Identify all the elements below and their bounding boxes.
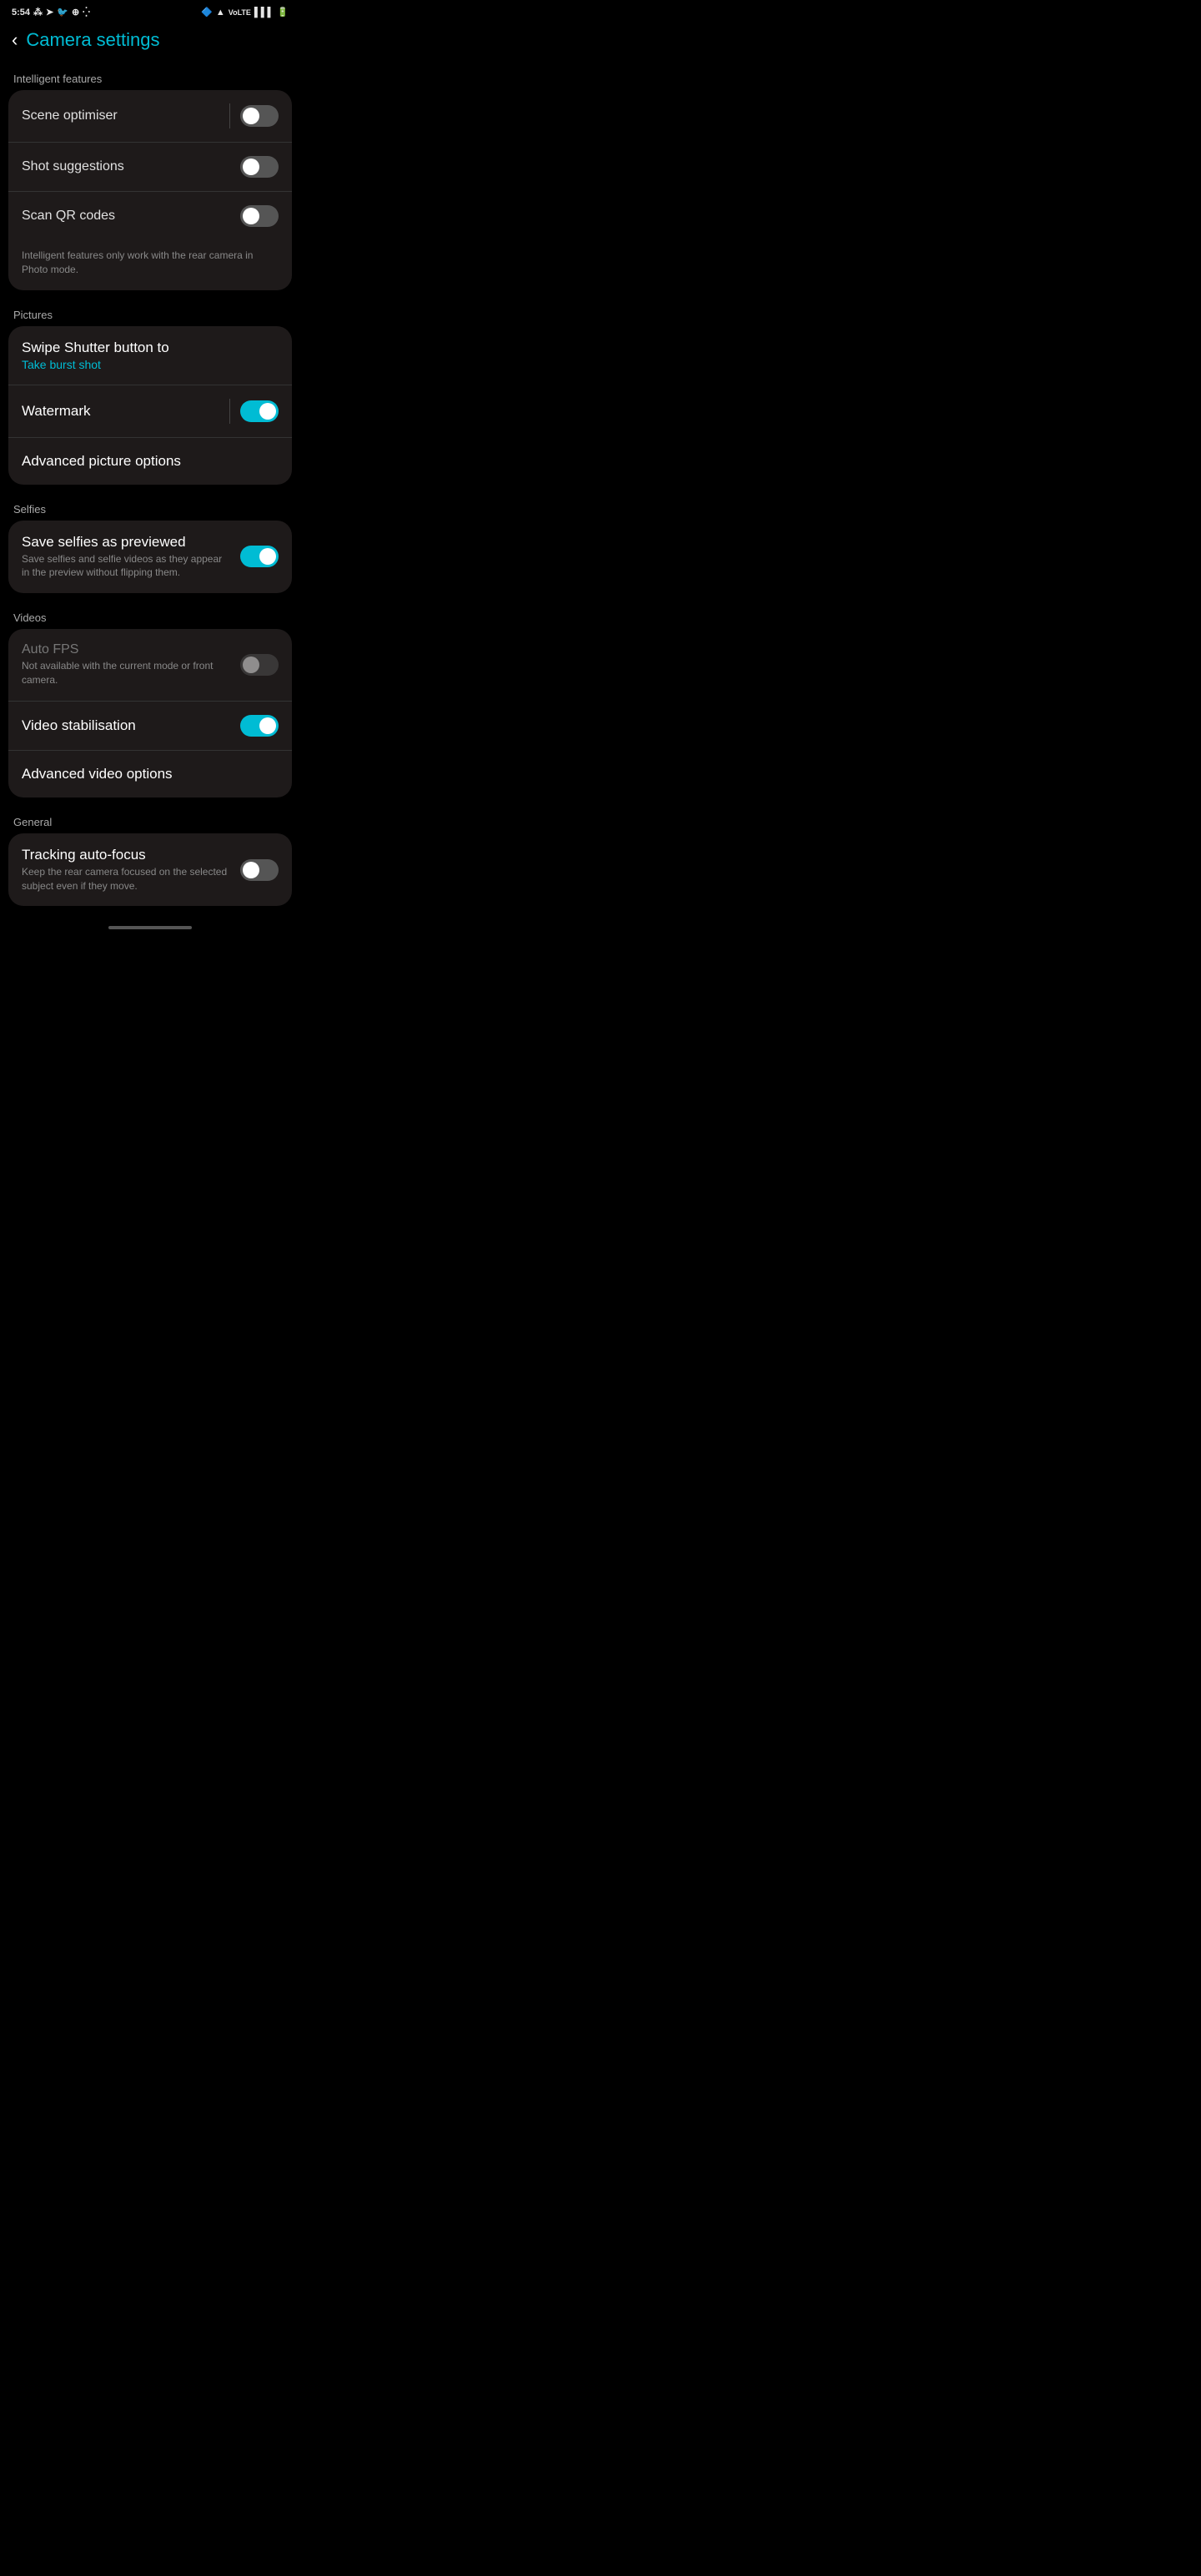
tracking-autofocus-knob [243,862,259,878]
scan-qr-toggle[interactable] [240,205,279,227]
time-display: 5:54 [12,8,30,18]
tracking-autofocus-content: Tracking auto-focus Keep the rear camera… [22,847,230,893]
section-label-intelligent: Intelligent features [0,64,300,90]
selfies-card: Save selfies as previewed Save selfies a… [8,521,292,594]
tracking-autofocus-toggle-wrapper [230,859,279,881]
auto-fps-content: Auto FPS Not available with the current … [22,642,230,687]
shot-suggestions-toggle-wrapper [240,156,279,178]
general-card: Tracking auto-focus Keep the rear camera… [8,833,292,907]
save-selfies-title: Save selfies as previewed [22,534,230,551]
send-icon: ➤ [46,7,53,18]
watermark-toggle[interactable] [240,400,279,422]
alert-icon: ⊕ [72,7,79,18]
section-pictures: Pictures Swipe Shutter button to Take bu… [0,300,300,485]
shot-suggestions-knob [243,158,259,175]
twitter-icon: 🐦 [57,7,68,18]
scan-qr-row[interactable]: Scan QR codes [8,192,292,240]
swipe-shutter-title: Swipe Shutter button to [22,340,279,356]
battery-icon: 🔋 [277,7,289,18]
auto-fps-knob [243,657,259,673]
tracking-autofocus-subtitle: Keep the rear camera focused on the sele… [22,865,230,893]
intelligent-features-note: Intelligent features only work with the … [8,240,292,290]
tracking-autofocus-row[interactable]: Tracking auto-focus Keep the rear camera… [8,833,292,907]
scene-optimiser-content: Scene optimiser [22,108,229,123]
status-bar: 5:54 ⁂ ➤ 🐦 ⊕ ⁛ 🔷 ▲ VoLTE ▌▌▌ 🔋 [0,0,300,21]
scene-optimiser-row[interactable]: Scene optimiser [8,90,292,143]
grid-icon: ⁂ [33,7,43,18]
save-selfies-row[interactable]: Save selfies as previewed Save selfies a… [8,521,292,594]
tracking-autofocus-toggle[interactable] [240,859,279,881]
page-title: Camera settings [26,29,159,51]
watermark-knob [259,403,276,420]
intelligent-features-card: Scene optimiser Shot suggestions Scan Q [8,90,292,290]
section-intelligent-features: Intelligent features Scene optimiser Sho… [0,64,300,290]
wifi-icon: ▲ [216,8,225,18]
back-button[interactable]: ‹ [12,31,18,49]
swipe-shutter-row[interactable]: Swipe Shutter button to Take burst shot [8,326,292,385]
watermark-row[interactable]: Watermark [8,385,292,438]
scan-qr-knob [243,208,259,224]
auto-fps-row[interactable]: Auto FPS Not available with the current … [8,629,292,702]
section-label-selfies: Selfies [0,495,300,521]
advanced-picture-row[interactable]: Advanced picture options [8,438,292,485]
swipe-shutter-subtitle: Take burst shot [22,358,279,371]
scene-optimiser-toggle[interactable] [240,105,279,127]
shot-suggestions-title: Shot suggestions [22,159,240,174]
scene-optimiser-toggle-wrapper [229,103,279,128]
status-left: 5:54 ⁂ ➤ 🐦 ⊕ ⁛ [12,7,90,18]
save-selfies-knob [259,548,276,565]
tracking-autofocus-title: Tracking auto-focus [22,847,230,863]
status-right: 🔷 ▲ VoLTE ▌▌▌ 🔋 [201,7,289,18]
videos-card: Auto FPS Not available with the current … [8,629,292,797]
advanced-video-content: Advanced video options [22,766,279,782]
video-stabilisation-toggle-wrapper [230,715,279,737]
shot-suggestions-content: Shot suggestions [22,159,240,174]
signal-icon: ▌▌▌ [254,8,274,18]
advanced-video-title: Advanced video options [22,766,279,782]
video-stabilisation-toggle[interactable] [240,715,279,737]
pictures-card: Swipe Shutter button to Take burst shot … [8,326,292,485]
advanced-picture-content: Advanced picture options [22,453,279,470]
section-label-general: General [0,808,300,833]
section-videos: Videos Auto FPS Not available with the c… [0,603,300,797]
video-stabilisation-row[interactable]: Video stabilisation [8,702,292,751]
divider [229,399,230,424]
section-label-pictures: Pictures [0,300,300,326]
save-selfies-toggle-wrapper [230,546,279,567]
advanced-video-row[interactable]: Advanced video options [8,751,292,797]
watermark-toggle-wrapper [229,399,279,424]
save-selfies-toggle[interactable] [240,546,279,567]
scan-qr-title: Scan QR codes [22,209,240,224]
auto-fps-toggle[interactable] [240,654,279,676]
auto-fps-title: Auto FPS [22,642,230,657]
home-bar [108,926,192,929]
section-label-videos: Videos [0,603,300,629]
shot-suggestions-row[interactable]: Shot suggestions [8,143,292,192]
section-selfies: Selfies Save selfies as previewed Save s… [0,495,300,594]
advanced-picture-title: Advanced picture options [22,453,279,470]
save-selfies-content: Save selfies as previewed Save selfies a… [22,534,230,581]
auto-fps-toggle-wrapper [230,654,279,676]
save-selfies-subtitle: Save selfies and selfie videos as they a… [22,552,230,581]
watermark-content: Watermark [22,403,229,420]
scan-qr-toggle-wrapper [240,205,279,227]
auto-fps-subtitle: Not available with the current mode or f… [22,659,230,687]
video-stabilisation-knob [259,717,276,734]
watermark-title: Watermark [22,403,229,420]
scene-optimiser-knob [243,108,259,124]
scan-qr-content: Scan QR codes [22,209,240,224]
volte-icon: VoLTE [229,8,251,17]
dots-icon: ⁛ [83,7,90,18]
bluetooth-icon: 🔷 [201,7,213,18]
scene-optimiser-title: Scene optimiser [22,108,229,123]
home-indicator [0,916,300,934]
page-header: ‹ Camera settings [0,21,300,64]
shot-suggestions-toggle[interactable] [240,156,279,178]
section-general: General Tracking auto-focus Keep the rea… [0,808,300,907]
divider [229,103,230,128]
swipe-shutter-content: Swipe Shutter button to Take burst shot [22,340,279,371]
video-stabilisation-title: Video stabilisation [22,717,230,734]
video-stabilisation-content: Video stabilisation [22,717,230,734]
